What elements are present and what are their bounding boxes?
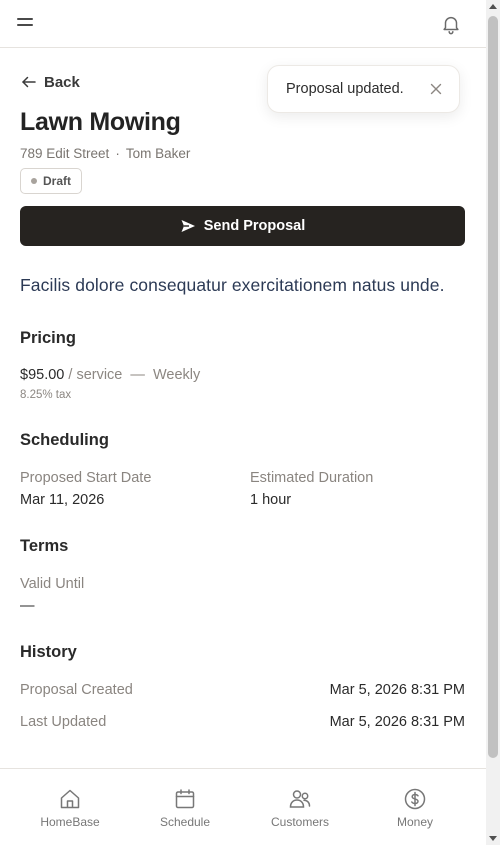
top-bar xyxy=(0,0,486,48)
duration-label: Estimated Duration xyxy=(250,470,374,486)
arrow-left-icon xyxy=(22,76,36,88)
customer-name: Tom Baker xyxy=(125,146,191,161)
status-badge: Draft xyxy=(20,168,83,194)
history-item-date: Mar 5, 2026 8:31 PM xyxy=(329,682,465,698)
price-dash: — xyxy=(130,367,145,383)
send-proposal-label: Send Proposal xyxy=(203,218,306,234)
price-line: $95.00 / service — Weekly xyxy=(20,367,200,383)
tax-rate: 8.25% tax xyxy=(20,389,72,401)
scroll-up-arrow-icon[interactable] xyxy=(489,4,497,9)
history-item-date: Mar 5, 2026 8:31 PM xyxy=(329,714,465,730)
send-proposal-button[interactable]: Send Proposal xyxy=(20,206,465,246)
history-item-label: Last Updated xyxy=(20,714,107,730)
toast-message: Proposal updated. xyxy=(286,81,404,97)
users-icon xyxy=(289,790,311,808)
proposal-description: Facilis dolore consequatur exercitatione… xyxy=(20,275,445,295)
nav-item-schedule[interactable]: Schedule xyxy=(135,769,235,845)
back-link[interactable]: Back xyxy=(20,72,80,92)
start-date-value: Mar 11, 2026 xyxy=(20,492,105,508)
proposal-subtitle: 789 Edit Street · Tom Baker xyxy=(20,146,190,161)
status-label: Draft xyxy=(43,174,72,188)
pricing-heading: Pricing xyxy=(20,329,76,347)
home-icon xyxy=(60,789,80,809)
duration-value: 1 hour xyxy=(250,492,292,508)
back-label: Back xyxy=(44,73,80,91)
hamburger-menu-icon[interactable] xyxy=(16,14,38,34)
bell-icon[interactable] xyxy=(440,13,462,35)
terms-heading: Terms xyxy=(20,537,69,555)
toast-notification: Proposal updated. xyxy=(267,65,460,113)
nav-item-money[interactable]: Money xyxy=(365,769,465,845)
nav-item-customers[interactable]: Customers xyxy=(250,769,350,845)
send-icon xyxy=(181,220,195,232)
nav-item-homebase[interactable]: HomeBase xyxy=(20,769,120,845)
history-item-label: Proposal Created xyxy=(20,682,133,698)
calendar-icon xyxy=(175,789,195,809)
vertical-scrollbar[interactable] xyxy=(486,0,500,845)
close-icon[interactable] xyxy=(428,81,444,97)
nav-label-customers: Customers xyxy=(270,815,329,829)
start-date-label: Proposed Start Date xyxy=(20,470,152,486)
page-title: Lawn Mowing xyxy=(20,108,181,136)
price-amount: $95.00 xyxy=(20,367,65,383)
price-frequency: Weekly xyxy=(152,367,201,383)
separator-dot: · xyxy=(115,146,120,161)
scrollbar-thumb[interactable] xyxy=(488,16,498,758)
valid-until-label: Valid Until xyxy=(20,576,85,592)
dollar-icon xyxy=(404,788,426,810)
price-unit: / service xyxy=(68,367,123,383)
history-heading: History xyxy=(20,643,77,661)
scroll-down-arrow-icon[interactable] xyxy=(489,836,497,841)
nav-label-money: Money xyxy=(396,815,434,829)
scheduling-heading: Scheduling xyxy=(20,431,109,449)
address-text: 789 Edit Street xyxy=(20,146,110,161)
nav-label-schedule: Schedule xyxy=(159,815,211,829)
valid-until-value: — xyxy=(20,598,35,614)
nav-label-homebase: HomeBase xyxy=(40,815,100,829)
bottom-navigation: HomeBase Schedule Customers Money xyxy=(0,768,486,845)
status-dot-icon xyxy=(31,178,37,184)
